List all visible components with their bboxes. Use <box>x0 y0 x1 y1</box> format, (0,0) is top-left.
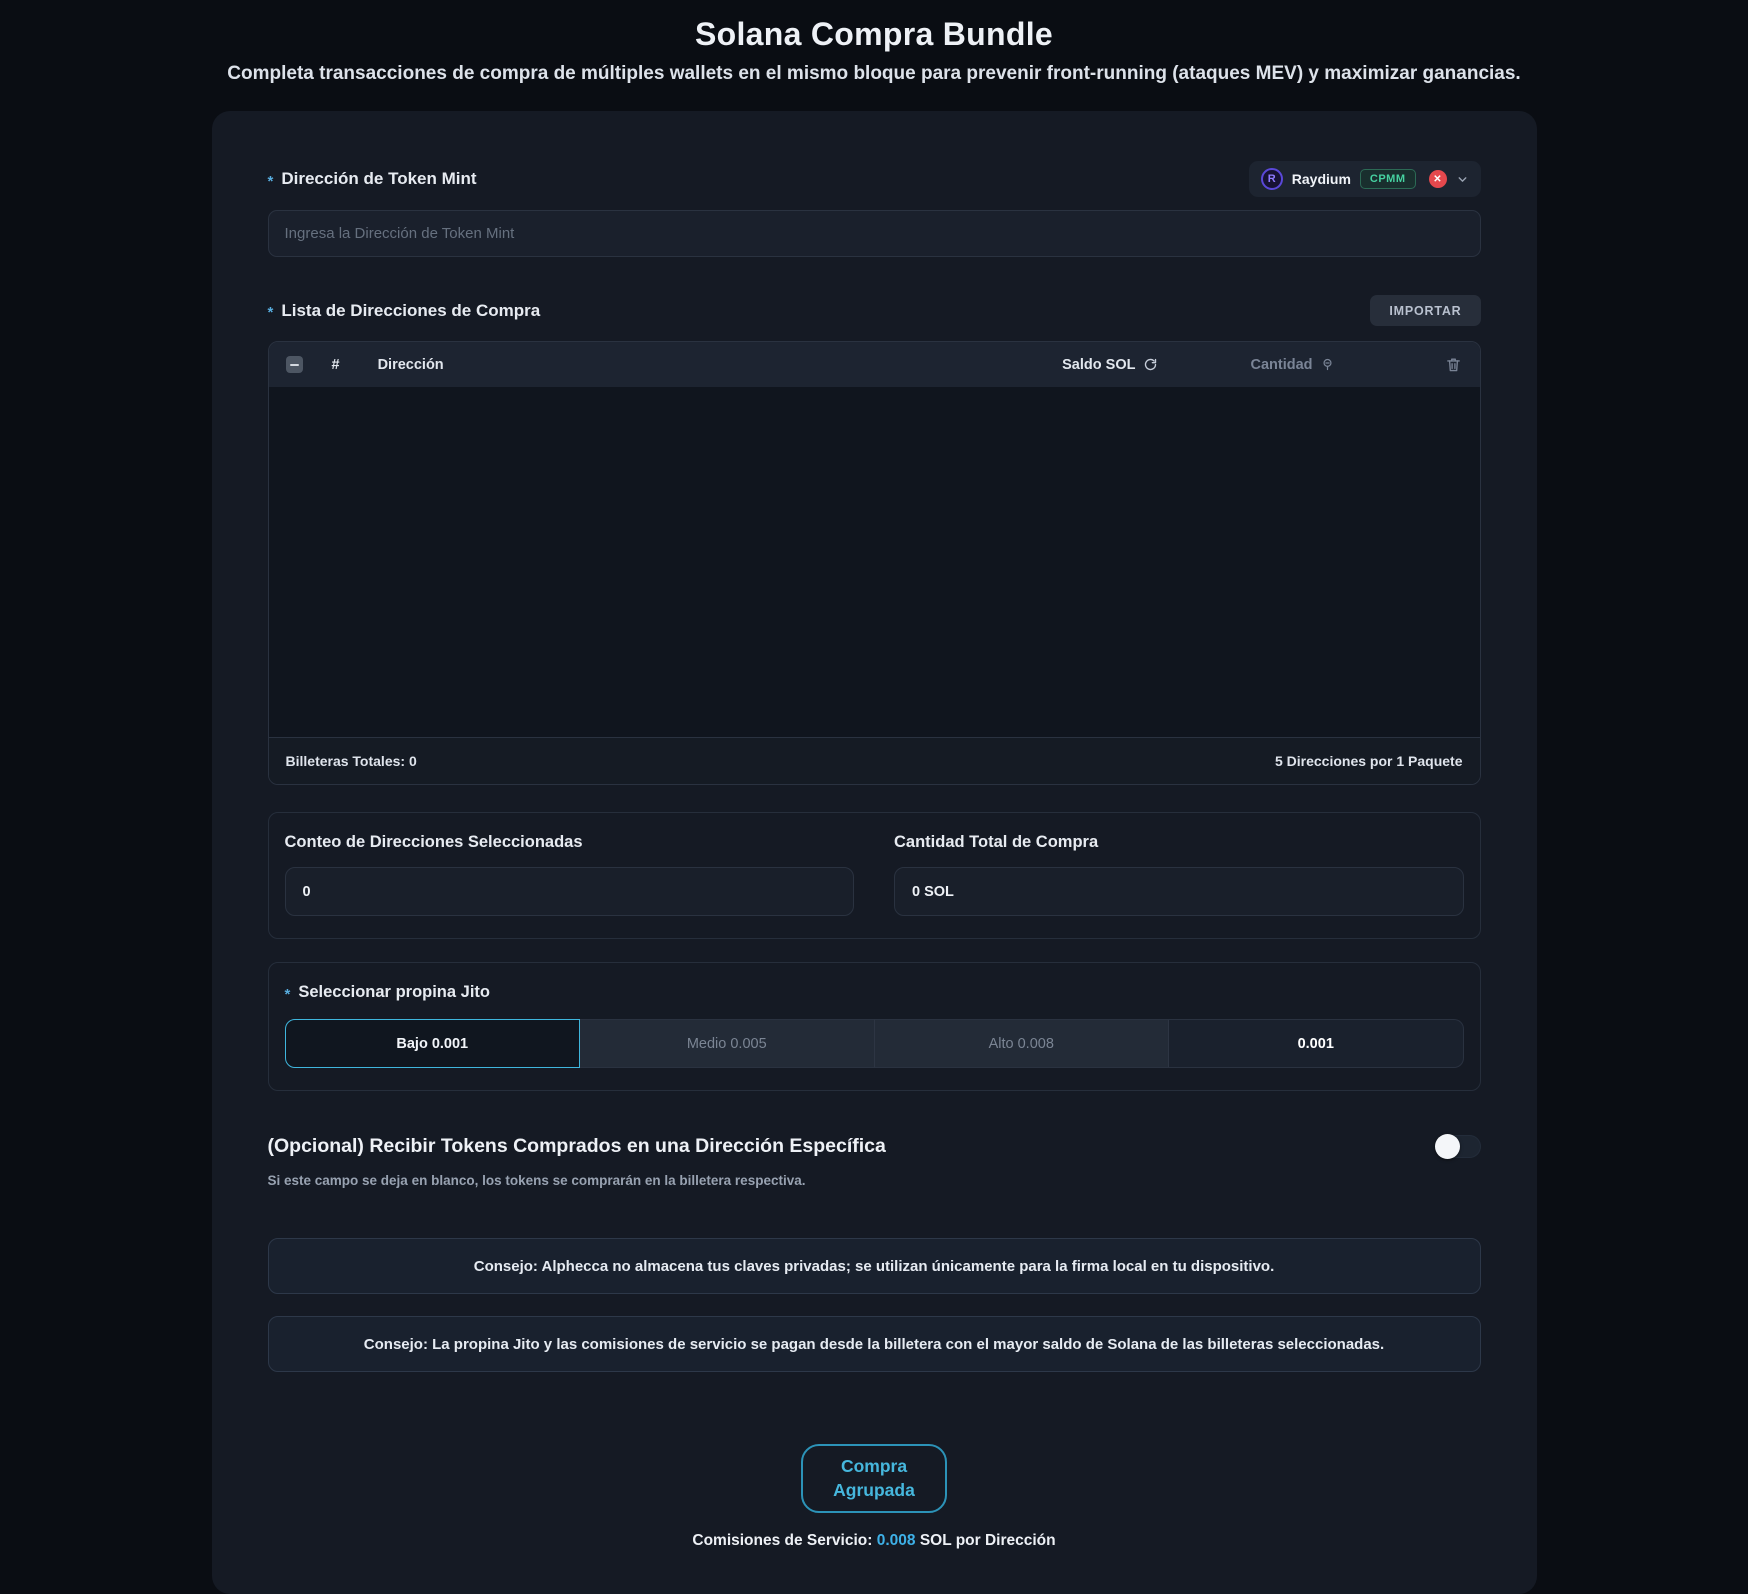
jito-option-medium[interactable]: Medio 0.005 <box>580 1019 874 1068</box>
address-table-footer: Billeteras Totales: 0 5 Direcciones por … <box>269 737 1480 784</box>
error-badge-icon: ✕ <box>1429 170 1447 188</box>
bundle-buy-button-line2: Agrupada <box>833 1479 915 1503</box>
page-title: Solana Compra Bundle <box>0 0 1748 53</box>
required-asterisk: * <box>268 304 274 321</box>
delete-all-icon[interactable] <box>1445 356 1462 373</box>
service-fee-suffix: SOL por Dirección <box>916 1532 1056 1549</box>
required-asterisk: * <box>285 986 291 1003</box>
edit-amount-icon[interactable] <box>1320 357 1335 372</box>
toggle-knob <box>1435 1134 1460 1159</box>
jito-option-high[interactable]: Alto 0.008 <box>874 1019 1169 1068</box>
column-number: # <box>332 357 340 373</box>
jito-option-low[interactable]: Bajo 0.001 <box>285 1019 581 1068</box>
address-table-header: # Dirección Saldo SOL Cantidad <box>269 342 1480 387</box>
refresh-icon[interactable] <box>1143 357 1158 372</box>
main-card: * Dirección de Token Mint R Raydium CPMM… <box>212 111 1537 1594</box>
select-all-checkbox[interactable] <box>286 356 303 373</box>
column-balance-text: Saldo SOL <box>1062 357 1135 373</box>
service-fee-line: Comisiones de Servicio: 0.008 SOL por Di… <box>268 1532 1481 1550</box>
selected-count-label: Conteo de Direcciones Seleccionadas <box>285 833 855 852</box>
token-mint-label: * Dirección de Token Mint <box>268 169 477 189</box>
token-mint-header-row: * Dirección de Token Mint R Raydium CPMM… <box>268 161 1481 197</box>
bundle-buy-button[interactable]: Compra Agrupada <box>801 1444 947 1513</box>
service-fee-value: 0.008 <box>877 1532 916 1549</box>
optional-receiver-toggle[interactable] <box>1435 1135 1481 1158</box>
column-balance: Saldo SOL <box>1062 357 1158 373</box>
import-button[interactable]: IMPORTAR <box>1370 295 1480 326</box>
column-amount-text: Cantidad <box>1250 357 1312 373</box>
jito-tip-segmented-control: Bajo 0.001 Medio 0.005 Alto 0.008 0.001 <box>285 1019 1464 1068</box>
indeterminate-dash-icon <box>290 364 299 366</box>
column-amount: Cantidad <box>1250 357 1334 373</box>
dex-select[interactable]: R Raydium CPMM ✕ <box>1249 161 1481 197</box>
column-address: Dirección <box>378 357 444 373</box>
bundle-buy-button-line1: Compra <box>833 1455 915 1479</box>
submit-area: Compra Agrupada <box>268 1444 1481 1513</box>
selected-count-column: Conteo de Direcciones Seleccionadas <box>285 833 855 916</box>
token-mint-input[interactable] <box>268 210 1481 257</box>
raydium-logo-icon: R <box>1261 168 1283 190</box>
optional-receiver-title: (Opcional) Recibir Tokens Comprados en u… <box>268 1135 886 1158</box>
token-mint-label-text: Dirección de Token Mint <box>281 169 476 189</box>
jito-custom-tip-input[interactable]: 0.001 <box>1168 1019 1464 1068</box>
address-list-header-row: * Lista de Direcciones de Compra IMPORTA… <box>268 295 1481 326</box>
selected-count-input[interactable] <box>285 867 855 916</box>
address-list-label-text: Lista de Direcciones de Compra <box>281 301 540 321</box>
total-amount-input[interactable] <box>894 867 1464 916</box>
jito-tip-panel: * Seleccionar propina Jito Bajo 0.001 Me… <box>268 962 1481 1091</box>
optional-receiver-row: (Opcional) Recibir Tokens Comprados en u… <box>268 1135 1481 1158</box>
jito-tip-label-text: Seleccionar propina Jito <box>298 983 490 1002</box>
cpmm-badge: CPMM <box>1360 169 1416 189</box>
required-asterisk: * <box>268 173 274 190</box>
address-list-label: * Lista de Direcciones de Compra <box>268 301 541 321</box>
summary-panel: Conteo de Direcciones Seleccionadas Cant… <box>268 812 1481 939</box>
chevron-down-icon <box>1456 173 1469 186</box>
tip-banner-privacy: Consejo: Alphecca no almacena tus claves… <box>268 1238 1481 1294</box>
jito-tip-label: * Seleccionar propina Jito <box>285 983 1464 1002</box>
address-table-empty-body <box>269 387 1480 737</box>
tip-banner-fees: Consejo: La propina Jito y las comisione… <box>268 1316 1481 1372</box>
total-wallets-text: Billeteras Totales: 0 <box>286 753 417 769</box>
service-fee-prefix: Comisiones de Servicio: <box>692 1532 876 1549</box>
optional-receiver-hint: Si este campo se deja en blanco, los tok… <box>268 1173 1481 1188</box>
addresses-per-bundle-text: 5 Direcciones por 1 Paquete <box>1275 753 1463 769</box>
dex-select-value: Raydium <box>1292 171 1351 187</box>
address-table: # Dirección Saldo SOL Cantidad Billetera… <box>268 341 1481 785</box>
total-amount-column: Cantidad Total de Compra <box>894 833 1464 916</box>
page-subtitle: Completa transacciones de compra de múlt… <box>0 63 1748 85</box>
total-amount-label: Cantidad Total de Compra <box>894 833 1464 852</box>
